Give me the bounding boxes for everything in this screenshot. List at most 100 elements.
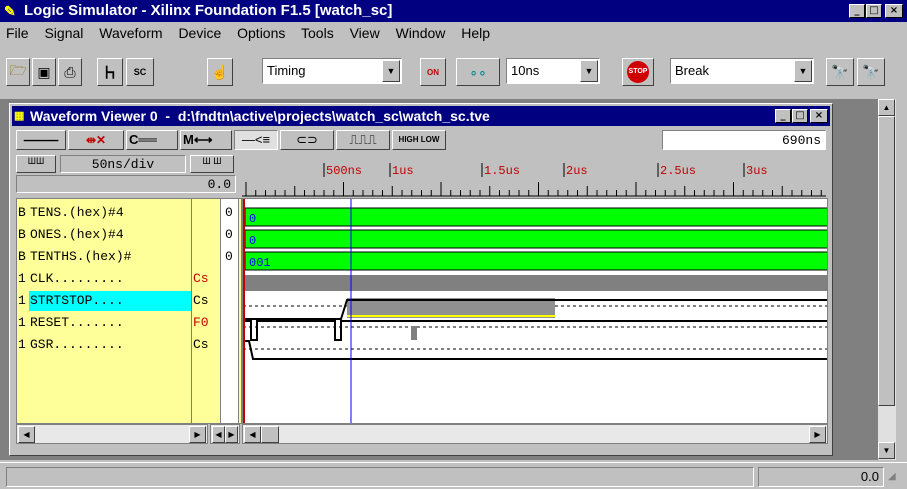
main-vertical-scrollbar[interactable]: ▲ ▼ — [878, 99, 896, 460]
div-label: 50ns/div — [91, 157, 155, 172]
scroll-down-arrow-icon[interactable]: ▼ — [878, 442, 895, 459]
stimulus-button[interactable]: ☝ — [207, 58, 233, 86]
column-hscroll[interactable]: ◀ ▶ — [210, 424, 240, 444]
app-icon: ✎ — [4, 3, 16, 19]
cursor-line-icon: ══ — [138, 132, 157, 147]
step-combo[interactable]: 10ns ▼ — [506, 58, 600, 84]
status-value: 0.0 — [860, 469, 879, 484]
waveform-viewer-window: ▦ Waveform Viewer 0 - d:\fndtn\active\pr… — [9, 103, 833, 456]
ruler-label: 1us — [392, 164, 414, 178]
offset-display: 0.0 — [16, 175, 236, 193]
signal-value: 0 — [225, 249, 233, 264]
offset-value: 0.0 — [207, 177, 231, 192]
hierarchy-button[interactable]: ┣┓ — [97, 58, 123, 86]
bus-wave-ones — [244, 229, 827, 249]
viewer-minimize-button[interactable]: _ — [775, 109, 791, 123]
waveform-icon: ▦ — [14, 110, 25, 122]
signal-row-selected[interactable]: 1 STRTSTOP.... Cs — [17, 291, 241, 311]
ruler-tool-button[interactable]: ▁▁▁▁▁ — [16, 130, 66, 150]
signal-hscroll[interactable]: ◀ ▶ — [16, 424, 208, 444]
waveform-area[interactable]: 0 0 001 — [242, 198, 828, 424]
chevron-down-icon[interactable]: ▼ — [580, 60, 598, 82]
menu-options[interactable]: Options — [237, 25, 285, 41]
app-title-bar: ✎ Logic Simulator - Xilinx Foundation F1… — [0, 0, 907, 22]
compress-button[interactable]: —<≡ — [234, 130, 278, 150]
ruler-label: 1.5us — [484, 164, 520, 178]
signal-row[interactable]: 1 RESET....... F0 — [17, 313, 241, 333]
bus-x-icon: ⇹✕ — [85, 133, 107, 147]
signal-type: B — [18, 227, 26, 242]
maximize-button[interactable]: □ — [866, 4, 882, 18]
signal-list-panel: B TENS.(hex)#4 0 B ONES.(hex)#4 0 B TENT… — [16, 198, 242, 424]
signal-row[interactable]: 1 CLK......... Cs — [17, 269, 241, 289]
save-button[interactable]: ▣ — [32, 58, 56, 86]
bus-delete-button[interactable]: ⇹✕ — [68, 130, 124, 150]
cursor-c-button[interactable]: C══ — [126, 130, 178, 150]
signal-type: 1 — [18, 271, 26, 286]
sc-label: SC — [133, 67, 147, 77]
break-combo[interactable]: Break ▼ — [670, 58, 814, 84]
ruler-label: 2us — [566, 164, 588, 178]
signal-stimulus: Cs — [193, 293, 209, 308]
menu-tools[interactable]: Tools — [301, 25, 334, 41]
high-low-button[interactable]: HIGH LOW — [392, 130, 446, 150]
marker-m-button[interactable]: M⟷ — [180, 130, 232, 150]
chevron-down-icon[interactable]: ▼ — [794, 60, 812, 82]
pulse-button[interactable]: ⊂⊃ — [280, 130, 334, 150]
signal-type: 1 — [18, 293, 26, 308]
signal-row[interactable]: B TENTHS.(hex)# 0 — [17, 247, 241, 267]
signal-type: B — [18, 205, 26, 220]
clock-wave-button[interactable]: ⎍⎍⎍ — [336, 130, 390, 150]
resize-grip-icon[interactable]: ◢ — [888, 471, 904, 487]
print-button[interactable]: ⎙ — [58, 58, 82, 86]
signal-name: CLK......... — [30, 271, 124, 286]
scroll-up-arrow-icon[interactable]: ▲ — [878, 99, 895, 116]
pulse-icon: ⊂⊃ — [296, 132, 318, 147]
time-ruler: 500ns 1us 1.5us 2us 2.5us 3us — [242, 155, 826, 197]
ruler-label: 3us — [746, 164, 768, 178]
signal-row[interactable]: B TENS.(hex)#4 0 — [17, 203, 241, 223]
wave-scroll-left-icon[interactable]: ◀ — [244, 426, 261, 443]
stop-button[interactable]: STOP — [622, 58, 654, 86]
folder-icon: 🗁 — [9, 62, 27, 78]
menu-view[interactable]: View — [350, 25, 380, 41]
waveform-hscroll[interactable]: ◀ ▶ — [242, 424, 828, 444]
find-next-button[interactable]: 🔭 — [857, 58, 885, 86]
step-button[interactable]: ∘∘ — [456, 58, 500, 86]
on-button[interactable]: ON — [420, 58, 446, 86]
ruler-ticks: 500ns 1us 1.5us 2us 2.5us 3us — [242, 163, 826, 197]
menu-window[interactable]: Window — [396, 25, 446, 41]
scroll-thumb[interactable] — [878, 116, 895, 406]
col-scroll-left-icon[interactable]: ◀ — [212, 426, 225, 443]
minimize-button[interactable]: _ — [849, 4, 865, 18]
bus-value-tenths: 001 — [249, 256, 271, 270]
zoom-out-button[interactable]: ШШ — [16, 155, 56, 173]
chevron-down-icon[interactable]: ▼ — [382, 60, 400, 82]
menu-device[interactable]: Device — [178, 25, 221, 41]
viewer-close-button[interactable]: × — [810, 109, 828, 123]
reset-marker — [411, 326, 417, 340]
menu-waveform[interactable]: Waveform — [99, 25, 162, 41]
find-button[interactable]: 🔭 — [826, 58, 854, 86]
mode-combo-value: Timing — [267, 63, 306, 78]
signal-row[interactable]: B ONES.(hex)#4 0 — [17, 225, 241, 245]
hand-icon: ☝ — [211, 63, 229, 80]
menu-signal[interactable]: Signal — [44, 25, 83, 41]
stop-icon: STOP — [627, 61, 649, 83]
open-folder-button[interactable]: 🗁 — [6, 58, 30, 86]
mode-combo[interactable]: Timing ▼ — [262, 58, 402, 84]
menu-file[interactable]: File — [6, 25, 29, 41]
scroll-left-arrow-icon[interactable]: ◀ — [18, 426, 35, 443]
viewer-maximize-button[interactable]: □ — [792, 109, 808, 123]
signal-type: 1 — [18, 315, 26, 330]
zoom-in-button[interactable]: Ш Ш — [190, 155, 234, 173]
col-scroll-right-icon[interactable]: ▶ — [225, 426, 238, 443]
scroll-right-arrow-icon[interactable]: ▶ — [189, 426, 206, 443]
sc-button[interactable]: SC — [126, 58, 154, 86]
wave-scroll-thumb[interactable] — [261, 426, 279, 443]
menu-help[interactable]: Help — [461, 25, 490, 41]
signal-row[interactable]: 1 GSR......... Cs — [17, 335, 241, 355]
viewer-title-bar: ▦ Waveform Viewer 0 - d:\fndtn\active\pr… — [12, 106, 830, 126]
close-button[interactable]: × — [885, 4, 903, 18]
wave-scroll-right-icon[interactable]: ▶ — [809, 426, 826, 443]
